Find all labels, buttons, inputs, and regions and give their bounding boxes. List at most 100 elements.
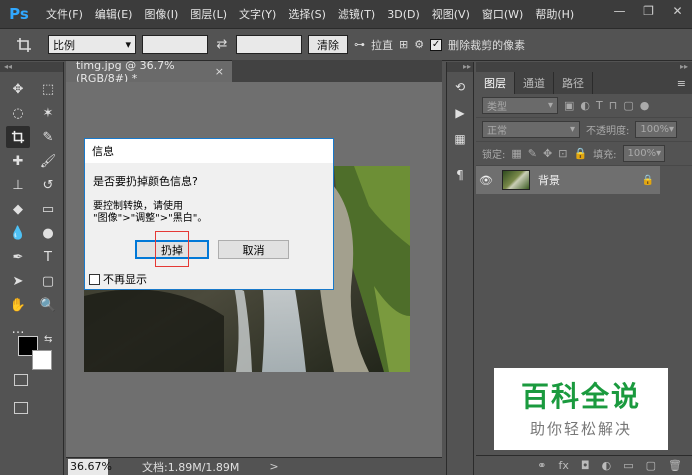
background-color-swatch[interactable] xyxy=(32,350,52,370)
dont-show-checkbox[interactable] xyxy=(89,273,100,285)
height-input[interactable] xyxy=(236,35,302,54)
gradient-tool-icon[interactable]: ▭ xyxy=(36,198,60,220)
filter-toggle-icon[interactable]: ● xyxy=(640,99,650,112)
magic-wand-tool-icon[interactable]: ✶ xyxy=(36,102,60,124)
document-info[interactable]: 文档:1.89M/1.89M xyxy=(142,459,239,475)
lock-pixels-icon[interactable]: ✎ xyxy=(528,147,537,160)
marquee-tool-icon[interactable]: ⬚ xyxy=(36,78,60,100)
straighten-label[interactable]: 拉直 xyxy=(371,37,393,53)
menu-image[interactable]: 图像(I) xyxy=(138,6,184,22)
move-tool-icon[interactable]: ✥ xyxy=(6,78,30,100)
ratio-select[interactable]: 比例 ▾ xyxy=(48,35,136,54)
lasso-tool-icon[interactable]: ◌ xyxy=(6,102,30,124)
gear-icon[interactable]: ⚙ xyxy=(414,38,424,51)
menu-file[interactable]: 文件(F) xyxy=(40,6,89,22)
crop-tool-icon[interactable] xyxy=(6,126,30,148)
new-layer-icon[interactable]: ▢ xyxy=(646,459,656,472)
restore-icon[interactable]: ❐ xyxy=(634,0,663,22)
menu-type[interactable]: 文字(Y) xyxy=(233,6,282,22)
straighten-icon[interactable]: ⊶ xyxy=(354,38,365,51)
document-tab-title: timg.jpg @ 36.7%(RGB/8#) * xyxy=(76,58,175,85)
properties-panel-icon[interactable]: ▦ xyxy=(448,128,472,150)
dont-show-row[interactable]: 不再显示 xyxy=(89,271,147,287)
close-icon[interactable]: × xyxy=(215,65,224,78)
layer-row[interactable]: 👁 背景 🔒 xyxy=(476,166,660,194)
layers-bottom-bar: ⚭ fx ◘ ◐ ▭ ▢ 🗑 xyxy=(476,455,692,475)
history-brush-tool-icon[interactable]: ↺ xyxy=(36,174,60,196)
opacity-field[interactable]: 100% ▾ xyxy=(635,121,678,138)
filter-adjustment-icon[interactable]: ◐ xyxy=(580,99,590,112)
rectangle-tool-icon[interactable]: ▢ xyxy=(36,270,60,292)
minimize-icon[interactable]: — xyxy=(605,0,634,22)
quick-mask-icon[interactable] xyxy=(14,374,28,386)
fill-field[interactable]: 100% ▾ xyxy=(622,145,665,162)
menu-window[interactable]: 窗口(W) xyxy=(476,6,529,22)
collapse-icon[interactable]: ▸▸ xyxy=(476,62,692,72)
pen-tool-icon[interactable]: ✒ xyxy=(6,246,30,268)
blur-tool-icon[interactable]: 💧 xyxy=(6,222,30,244)
tab-channels[interactable]: 通道 xyxy=(515,72,554,94)
cancel-button[interactable]: 取消 xyxy=(218,240,289,259)
swap-colors-icon[interactable]: ⇆ xyxy=(44,334,52,345)
menu-layer[interactable]: 图层(L) xyxy=(184,6,233,22)
filter-smart-icon[interactable]: ▢ xyxy=(623,99,633,112)
panel-menu-icon[interactable]: ≡ xyxy=(677,72,692,94)
hand-tool-icon[interactable]: ✋ xyxy=(6,294,30,316)
blend-mode-select[interactable]: 正常 ▾ xyxy=(482,121,580,138)
brush-tool-icon[interactable]: 🖌 xyxy=(36,150,60,172)
tab-layers[interactable]: 图层 xyxy=(476,72,515,94)
character-panel-icon[interactable]: ¶ xyxy=(448,164,472,186)
clear-button[interactable]: 清除 xyxy=(308,35,348,54)
eraser-tool-icon[interactable]: ◆ xyxy=(6,198,30,220)
collapse-icon[interactable]: ◂◂ xyxy=(0,62,63,72)
path-selection-tool-icon[interactable]: ➤ xyxy=(6,270,30,292)
lock-transparency-icon[interactable]: ▦ xyxy=(511,147,521,160)
eye-icon[interactable]: 👁 xyxy=(476,174,496,187)
width-input[interactable] xyxy=(142,35,208,54)
link-icon[interactable]: ⚭ xyxy=(537,459,546,472)
eyedropper-tool-icon[interactable]: ✎ xyxy=(36,126,60,148)
options-bar: 比例 ▾ ⇄ 清除 ⊶ 拉直 ⊞ ⚙ ✓ 删除裁剪的像素 xyxy=(0,28,692,61)
mask-icon[interactable]: ◘ xyxy=(581,459,590,472)
menu-select[interactable]: 选择(S) xyxy=(282,6,332,22)
stamp-tool-icon[interactable]: ⊥ xyxy=(6,174,30,196)
swap-icon[interactable]: ⇄ xyxy=(214,37,230,52)
document-tab[interactable]: timg.jpg @ 36.7%(RGB/8#) * × xyxy=(66,58,232,85)
dodge-tool-icon[interactable]: ● xyxy=(36,222,60,244)
folder-icon[interactable]: ▭ xyxy=(623,459,633,472)
menu-filter[interactable]: 滤镜(T) xyxy=(332,6,381,22)
history-panel-icon[interactable]: ⟲ xyxy=(448,76,472,98)
menu-edit[interactable]: 编辑(E) xyxy=(89,6,139,22)
collapse-icon[interactable]: ▸▸ xyxy=(447,62,473,72)
close-icon[interactable]: ✕ xyxy=(663,0,692,22)
filter-shape-icon[interactable]: ⊓ xyxy=(609,99,618,112)
filter-type-icon[interactable]: T xyxy=(596,99,603,112)
zoom-tool-icon[interactable]: 🔍 xyxy=(36,294,60,316)
fx-icon[interactable]: fx xyxy=(559,459,569,472)
lock-position-icon[interactable]: ✥ xyxy=(543,147,552,160)
chevron-down-icon: ▾ xyxy=(547,100,553,111)
delete-cropped-checkbox[interactable]: ✓ xyxy=(430,38,443,51)
dialog-body: 是否要扔掉颜色信息? 要控制转换，请使用 "图像">"调整">"黑白"。 扔掉 … xyxy=(85,163,333,289)
menu-help[interactable]: 帮助(H) xyxy=(529,6,580,22)
filter-pixel-icon[interactable]: ▣ xyxy=(564,99,574,112)
actions-panel-icon[interactable]: ▶ xyxy=(448,102,472,124)
delete-cropped-label: 删除裁剪的像素 xyxy=(448,38,526,52)
menu-view[interactable]: 视图(V) xyxy=(426,6,476,22)
status-menu-arrow[interactable]: > xyxy=(269,460,278,473)
layer-name[interactable]: 背景 xyxy=(538,172,560,188)
adjustment-icon[interactable]: ◐ xyxy=(602,459,612,472)
grid-overlay-icon[interactable]: ⊞ xyxy=(399,38,408,51)
filter-kind-select[interactable]: 类型 ▾ xyxy=(482,97,558,114)
tab-paths[interactable]: 路径 xyxy=(554,72,593,94)
screen-mode-icon[interactable] xyxy=(14,402,28,414)
healing-brush-tool-icon[interactable]: ✚ xyxy=(6,150,30,172)
chevron-down-icon: ▾ xyxy=(125,38,131,51)
lock-all-icon[interactable]: 🔒 xyxy=(573,147,587,160)
lock-artboard-icon[interactable]: ⊡ xyxy=(558,147,567,160)
zoom-field[interactable]: 36.67% xyxy=(68,458,112,475)
trash-icon[interactable]: 🗑 xyxy=(668,459,682,472)
crop-icon[interactable] xyxy=(6,34,42,56)
menu-3d[interactable]: 3D(D) xyxy=(381,8,426,21)
type-tool-icon[interactable]: T xyxy=(36,246,60,268)
